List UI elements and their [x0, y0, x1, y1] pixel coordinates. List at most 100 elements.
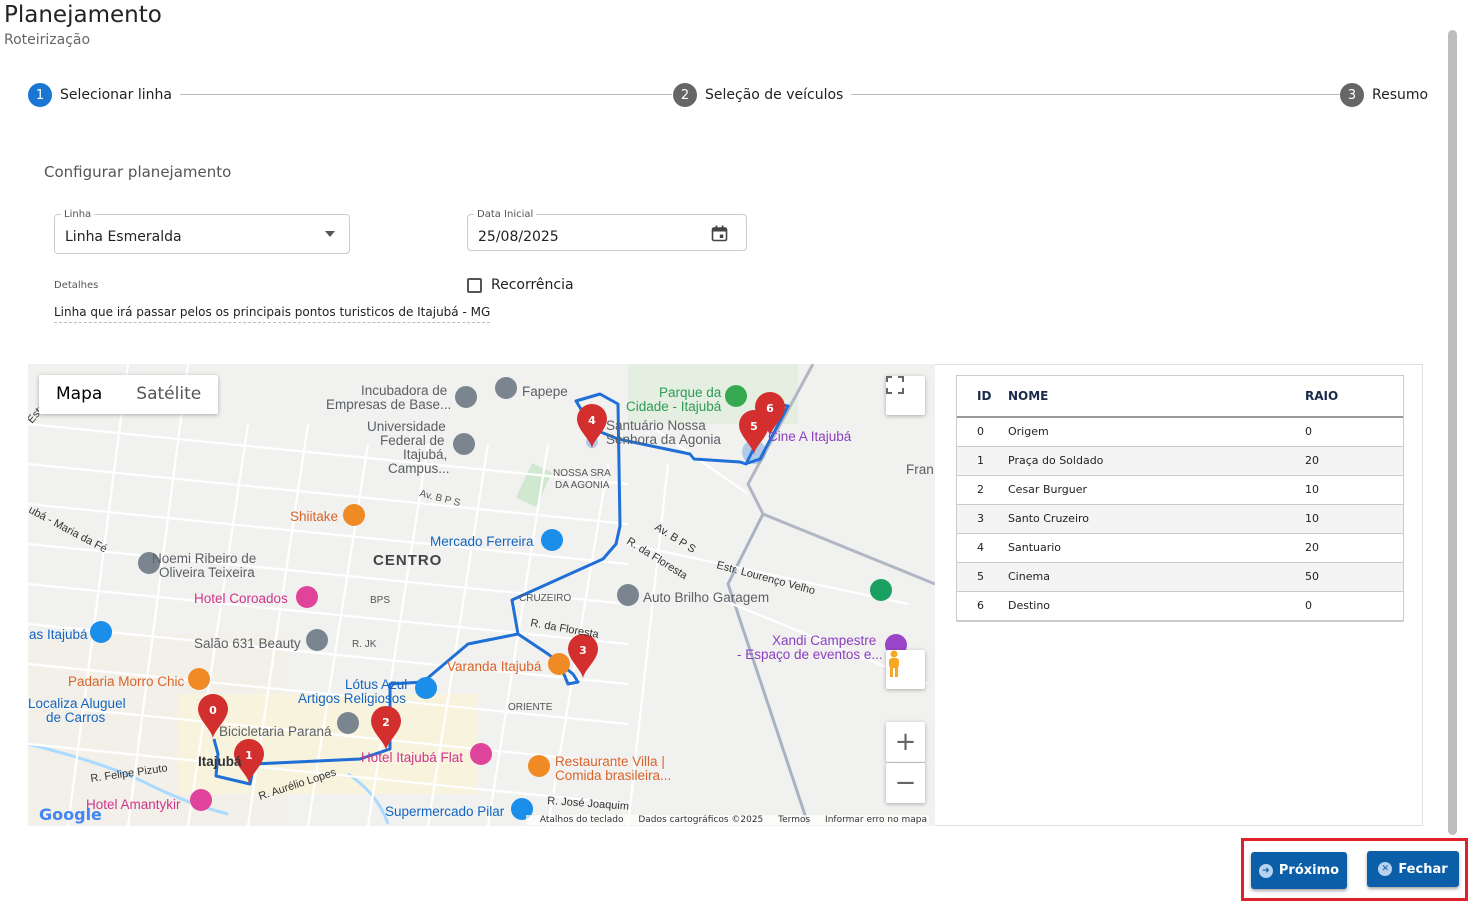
svg-text:R. Aurélio Lopes: R. Aurélio Lopes: [257, 766, 338, 803]
close-label: Fechar: [1398, 861, 1448, 877]
cell-raio: 50: [1305, 562, 1403, 592]
svg-text:CENTRO: CENTRO: [373, 552, 442, 569]
cell-id: 3: [957, 504, 1008, 534]
svg-text:Auto Brilho Garagem: Auto Brilho Garagem: [643, 590, 769, 605]
svg-text:Noemi Ribeiro de: Noemi Ribeiro de: [152, 551, 256, 566]
map-footer: Atalhos do teclado Dados cartográficos ©…: [525, 815, 929, 825]
svg-text:CRUZEIRO: CRUZEIRO: [519, 593, 571, 604]
linha-value: Linha Esmeralda: [65, 229, 182, 245]
svg-text:Santuário Nossa: Santuário Nossa: [606, 418, 706, 433]
svg-text:Parque da: Parque da: [659, 385, 722, 400]
step-number: 2: [673, 83, 697, 107]
svg-text:R. da Floresta: R. da Floresta: [529, 617, 600, 641]
map-type-toggle: Mapa Satélite: [39, 375, 219, 414]
table-row[interactable]: 0 Origem 0: [957, 417, 1403, 447]
recorrencia-checkbox[interactable]: [467, 278, 482, 293]
page-title: Planejamento: [4, 2, 162, 28]
map-data-text: Dados cartográficos ©2025: [638, 815, 764, 825]
cell-raio: 10: [1305, 475, 1403, 505]
table-row[interactable]: 4 Santuario 20: [957, 533, 1403, 563]
svg-text:Cidade - Itajubá: Cidade - Itajubá: [626, 399, 722, 414]
svg-text:Varanda Itajubá: Varanda Itajubá: [447, 659, 542, 674]
column-header-nome[interactable]: NOME: [1008, 376, 1305, 418]
cell-nome: Destino: [1008, 591, 1305, 621]
map-labels: Incubadora de Empresas de Base... Fapepe…: [28, 383, 934, 819]
recorrencia-label: Recorrência: [491, 277, 574, 293]
column-header-raio[interactable]: RAIO: [1305, 376, 1403, 418]
google-logo[interactable]: Google: [39, 805, 102, 824]
zoom-in-button[interactable]: +: [886, 722, 925, 762]
svg-text:DA AGONIA: DA AGONIA: [555, 480, 610, 491]
map-type-map-button[interactable]: Mapa: [39, 375, 119, 414]
svg-text:Salão 631 Beauty: Salão 631 Beauty: [194, 636, 301, 651]
svg-text:Restaurante Villa |: Restaurante Villa |: [555, 754, 665, 769]
svg-text:Shiitake: Shiitake: [290, 509, 338, 524]
zoom-out-button[interactable]: −: [886, 763, 925, 803]
next-button[interactable]: ➜ Próximo: [1251, 852, 1347, 889]
svg-text:Comida brasileira...: Comida brasileira...: [555, 768, 671, 783]
step-connector: [168, 94, 672, 95]
cell-nome: Cesar Burguer: [1008, 475, 1305, 505]
terms-link[interactable]: Termos: [778, 815, 810, 825]
points-table: ID NOME RAIO 0 Origem 0 1 Praça do Soldado 2…: [956, 375, 1404, 622]
svg-text:ORIENTE: ORIENTE: [508, 702, 553, 713]
street-view-button[interactable]: [886, 650, 925, 689]
svg-text:Empresas de Base...: Empresas de Base...: [326, 397, 451, 412]
details-field[interactable]: Linha que irá passar pelos os principais…: [54, 305, 491, 323]
close-button[interactable]: ✕ Fechar: [1367, 851, 1459, 887]
step-connector: [834, 94, 1340, 95]
svg-text:Cine A Itajubá: Cine A Itajubá: [768, 429, 852, 444]
svg-text:Bicicletaria Paraná: Bicicletaria Paraná: [219, 724, 332, 739]
svg-text:R. Felipe Pizuto: R. Felipe Pizuto: [90, 762, 169, 785]
step-1[interactable]: 1 Selecionar linha: [28, 83, 180, 107]
cell-raio: 0: [1305, 591, 1403, 621]
report-error-link[interactable]: Informar erro no mapa: [825, 815, 927, 825]
svg-text:Supermercado Pilar: Supermercado Pilar: [385, 804, 505, 819]
svg-text:R. JK: R. JK: [352, 639, 377, 650]
svg-text:- Espaço de eventos e...: - Espaço de eventos e...: [737, 647, 883, 662]
table-row[interactable]: 2 Cesar Burguer 10: [957, 475, 1403, 505]
cell-nome: Praça do Soldado: [1008, 446, 1305, 476]
cell-raio: 0: [1305, 417, 1403, 447]
table-row[interactable]: 3 Santo Cruzeiro 10: [957, 504, 1403, 534]
fullscreen-button[interactable]: [886, 376, 925, 415]
step-2[interactable]: 2 Seleção de veículos: [673, 83, 852, 107]
svg-text:R. José Joaquim: R. José Joaquim: [547, 795, 630, 813]
svg-text:Artigos Religiosos: Artigos Religiosos: [298, 691, 406, 706]
svg-text:Incubadora de: Incubadora de: [361, 383, 447, 398]
data-inicial-label: Data Inicial: [474, 209, 537, 220]
cell-nome: Santo Cruzeiro: [1008, 504, 1305, 534]
cell-nome: Cinema: [1008, 562, 1305, 592]
svg-text:Oliveira Teixeira: Oliveira Teixeira: [159, 565, 255, 580]
column-header-id[interactable]: ID: [957, 376, 1008, 418]
svg-text:Federal de: Federal de: [380, 433, 445, 448]
map-type-satellite-button[interactable]: Satélite: [119, 375, 218, 414]
svg-text:Hotel Coroados: Hotel Coroados: [194, 591, 288, 606]
svg-text:ubá - Maria da Fé: ubá - Maria da Fé: [28, 504, 109, 555]
cell-id: 6: [957, 591, 1008, 621]
svg-text:Itajubá: Itajubá: [198, 754, 242, 769]
svg-text:Senhora da Agonia: Senhora da Agonia: [606, 432, 721, 447]
cell-id: 2: [957, 475, 1008, 505]
cell-id: 1: [957, 446, 1008, 476]
linha-select[interactable]: Linha Esmeralda: [54, 214, 350, 254]
cell-raio: 20: [1305, 533, 1403, 563]
linha-label: Linha: [61, 209, 95, 220]
page-subtitle: Roteirização: [4, 32, 91, 48]
svg-text:Fapepe: Fapepe: [522, 384, 568, 399]
cell-nome: Origem: [1008, 417, 1305, 447]
svg-text:Campus...: Campus...: [388, 461, 450, 476]
map[interactable]: 0 1 2 3 4 5 6 Incubadora de Empresas de …: [28, 364, 935, 826]
keyboard-shortcuts-link[interactable]: Atalhos do teclado: [540, 815, 624, 825]
close-icon: ✕: [1378, 862, 1393, 876]
table-row[interactable]: 5 Cinema 50: [957, 562, 1403, 592]
svg-text:Fran: Fran: [906, 462, 934, 477]
svg-text:NOSSA SRA: NOSSA SRA: [553, 468, 611, 479]
svg-text:Universidade: Universidade: [367, 419, 446, 434]
calendar-icon[interactable]: [711, 225, 728, 242]
cell-raio: 20: [1305, 446, 1403, 476]
step-3[interactable]: 3 Resumo: [1340, 83, 1429, 107]
table-row[interactable]: 1 Praça do Soldado 20: [957, 446, 1403, 476]
table-row[interactable]: 6 Destino 0: [957, 591, 1403, 621]
scrollbar[interactable]: [1448, 30, 1457, 835]
